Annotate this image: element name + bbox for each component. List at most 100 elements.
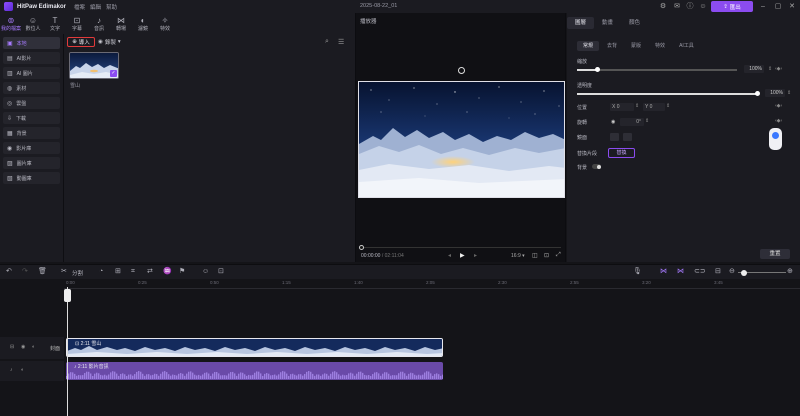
tab-color[interactable]: 顏色 bbox=[621, 17, 648, 29]
zoom-slider-knob[interactable] bbox=[741, 269, 747, 276]
sidenav-item-6[interactable]: ▦ 背景 bbox=[3, 127, 60, 139]
split-icon[interactable]: ✂ bbox=[61, 268, 67, 276]
minimize-icon[interactable]: – bbox=[759, 3, 767, 10]
freeze-icon[interactable]: ⊞ bbox=[115, 268, 121, 276]
audio-detach-icon[interactable]: ♒ bbox=[163, 268, 172, 276]
zoom-in-icon[interactable]: ⊕ bbox=[787, 268, 793, 276]
speed-icon[interactable]: ◔ bbox=[99, 268, 103, 276]
opacity-slider[interactable] bbox=[577, 93, 757, 95]
sidenav-item-8[interactable]: ▨ 圖片庫 bbox=[3, 157, 60, 169]
y-stepper-icon[interactable]: ⇕ bbox=[666, 103, 670, 109]
help-icon[interactable]: ⓘ bbox=[686, 3, 694, 10]
tool-tab-1[interactable]: ☺ 數位人 bbox=[22, 13, 44, 34]
audio-clip[interactable]: ♪ 2:11 影片音訊 bbox=[66, 362, 443, 380]
fit-icon[interactable]: ⊡ bbox=[544, 252, 549, 259]
sidenav-item-4[interactable]: ◎ 雲盤 bbox=[3, 97, 60, 109]
tool-tab-5[interactable]: ⋈ 轉場 bbox=[110, 13, 132, 34]
redo-icon[interactable]: ↷ bbox=[22, 268, 28, 276]
scale-value[interactable]: 100% bbox=[744, 65, 764, 73]
player-scrubber[interactable] bbox=[361, 247, 561, 248]
rotation-stepper-icon[interactable]: ⇕ bbox=[645, 118, 649, 124]
scrubber-handle[interactable] bbox=[359, 245, 364, 250]
scale-stepper-icon[interactable]: ⇕ bbox=[768, 66, 772, 72]
sidenav-item-9[interactable]: ▧ 動圖庫 bbox=[3, 172, 60, 184]
sidenav-item-2[interactable]: ▥ AI 圖片 bbox=[3, 67, 60, 79]
magnet-icon[interactable]: ⋈ bbox=[677, 268, 684, 276]
delete-icon[interactable]: 🗑 bbox=[38, 268, 47, 276]
video-clip[interactable]: ⊡ 2:11 雪山 bbox=[66, 338, 443, 357]
mail-icon[interactable]: ✉ bbox=[673, 3, 681, 10]
sidenav-item-7[interactable]: ◉ 影片庫 bbox=[3, 142, 60, 154]
import-button[interactable]: ⊕ 導入 bbox=[67, 37, 95, 47]
flip-horizontal-icon[interactable] bbox=[610, 133, 619, 141]
settings-icon[interactable]: ⚙ bbox=[659, 3, 667, 10]
undo-icon[interactable]: ↶ bbox=[6, 268, 12, 276]
tool-tab-6[interactable]: ◐ 濾鏡 bbox=[132, 13, 154, 34]
menu-file[interactable]: 檔案 bbox=[74, 3, 85, 11]
zoom-out-icon[interactable]: ⊖ bbox=[729, 268, 735, 276]
flip-vertical-icon[interactable] bbox=[623, 133, 632, 141]
sidenav-item-0[interactable]: ▣ 本地 bbox=[3, 37, 60, 49]
subtab-general[interactable]: 常規 bbox=[577, 41, 600, 51]
subtab-remove-bg[interactable]: 去背 bbox=[601, 41, 623, 51]
export-button[interactable]: ⇪ 匯出 bbox=[711, 1, 753, 12]
x-stepper-icon[interactable]: ⇕ bbox=[635, 103, 639, 109]
playhead-handle[interactable] bbox=[64, 289, 71, 302]
menu-help[interactable]: 幫助 bbox=[106, 3, 117, 11]
opacity-slider-knob[interactable] bbox=[754, 91, 760, 96]
tab-animation[interactable]: 動畫 bbox=[594, 17, 621, 29]
cover-label[interactable]: 封面 bbox=[50, 345, 60, 352]
subtab-ai-tools[interactable]: AI工具 bbox=[673, 41, 700, 51]
tool-tab-2[interactable]: T 文字 bbox=[44, 13, 66, 34]
tab-layer[interactable]: 圖層 bbox=[567, 17, 595, 29]
background-toggle[interactable] bbox=[592, 164, 601, 169]
video-preview[interactable] bbox=[358, 81, 565, 198]
eye-icon[interactable]: ◉ bbox=[21, 344, 25, 350]
sidenav-item-1[interactable]: ▤ AI影片 bbox=[3, 52, 60, 64]
list-view-icon[interactable]: ☰ bbox=[338, 38, 344, 46]
tool-tab-7[interactable]: ✧ 特效 bbox=[154, 13, 176, 34]
record-button[interactable]: ◉ 錄製 ▾ bbox=[98, 37, 126, 47]
maximize-icon[interactable]: ▢ bbox=[774, 3, 782, 10]
replace-button[interactable]: 替換 bbox=[608, 148, 635, 158]
marker-icon[interactable]: ⚑ bbox=[179, 268, 185, 276]
rotation-dial-icon[interactable]: ◉ bbox=[611, 119, 615, 125]
crop-icon[interactable]: ⌗ bbox=[131, 268, 135, 276]
subtab-mask[interactable]: 蒙版 bbox=[625, 41, 647, 51]
tool-tab-4[interactable]: ♪ 音訊 bbox=[88, 13, 110, 34]
fit-timeline-icon[interactable]: ⊟ bbox=[715, 268, 721, 276]
prev-frame-icon[interactable]: ◂ bbox=[448, 252, 451, 259]
mute-icon[interactable]: ◐ bbox=[32, 344, 35, 350]
subtab-effect[interactable]: 特效 bbox=[649, 41, 671, 51]
tool-tab-3[interactable]: ⊡ 字幕 bbox=[66, 13, 88, 34]
rotation-keyframe-icon[interactable]: ‹◆› bbox=[775, 118, 782, 124]
position-y-field[interactable]: Y 0 bbox=[643, 103, 665, 111]
opacity-stepper-icon[interactable]: ⇕ bbox=[787, 90, 791, 96]
opacity-value[interactable]: 100% bbox=[765, 89, 785, 97]
search-icon[interactable]: ⌕ bbox=[325, 38, 329, 46]
next-frame-icon[interactable]: ▸ bbox=[474, 252, 477, 259]
snap-icon[interactable]: ⋈ bbox=[660, 268, 667, 276]
transform-icon[interactable]: ⇄ bbox=[147, 268, 153, 276]
menu-edit[interactable]: 編輯 bbox=[90, 3, 101, 11]
subtitle-tool-icon[interactable]: ⊡ bbox=[218, 268, 224, 276]
media-thumbnail[interactable]: ✓ bbox=[69, 52, 119, 79]
rotation-field[interactable]: 0° bbox=[620, 118, 644, 126]
play-icon[interactable]: ▶ bbox=[460, 252, 465, 259]
snapshot-icon[interactable]: ◫ bbox=[532, 252, 538, 259]
lock-icon[interactable]: ⊟ bbox=[10, 344, 14, 350]
sidenav-item-3[interactable]: ◍ 素材 bbox=[3, 82, 60, 94]
timeline-ruler[interactable]: 0:00 0:25 0:50 1:15 1:40 2:05 2:30 2:55 3:20 3:45 bbox=[64, 279, 800, 289]
tool-tab-0[interactable]: ⊚ 我的檔案 bbox=[0, 13, 22, 34]
link-icon[interactable]: ⊂⊃ bbox=[694, 268, 706, 276]
close-icon[interactable]: ✕ bbox=[788, 3, 796, 10]
microphone-icon[interactable]: 🎙 bbox=[633, 268, 642, 276]
aspect-ratio-select[interactable]: 16:9 ▾ bbox=[511, 253, 525, 259]
avatar-tool-icon[interactable]: ☺ bbox=[202, 268, 209, 276]
playhead[interactable] bbox=[67, 287, 68, 416]
keyframe-nav-icon[interactable]: ‹◆› bbox=[775, 66, 782, 72]
scale-slider-knob[interactable] bbox=[595, 67, 601, 72]
audio-mute-icon[interactable]: ◐ bbox=[21, 367, 24, 373]
account-icon[interactable]: ☺ bbox=[699, 3, 707, 10]
scale-slider[interactable] bbox=[577, 69, 737, 71]
